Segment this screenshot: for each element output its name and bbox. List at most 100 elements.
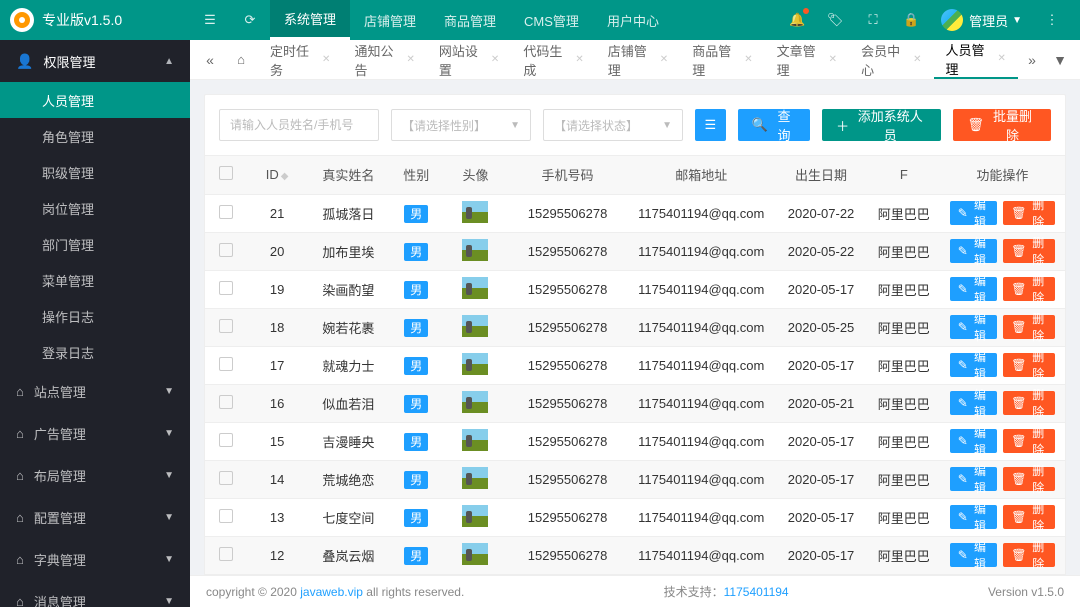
close-icon[interactable]: ✕: [913, 54, 921, 65]
close-icon[interactable]: ✕: [322, 54, 330, 65]
checkbox-all[interactable]: [219, 166, 233, 180]
edit-button[interactable]: ✎编辑: [950, 239, 997, 263]
refresh-button[interactable]: ⟳: [230, 0, 270, 40]
notify-icon[interactable]: 🔔: [779, 0, 815, 40]
edit-button[interactable]: ✎编辑: [950, 391, 997, 415]
checkbox[interactable]: [219, 395, 233, 409]
close-icon[interactable]: ✕: [744, 54, 752, 65]
fullscreen-icon[interactable]: ⛶: [855, 0, 891, 40]
delete-button[interactable]: 🗑删除: [1003, 391, 1055, 415]
checkbox[interactable]: [219, 433, 233, 447]
sidebar-group[interactable]: ⌂配置管理▼: [0, 496, 190, 538]
delete-button[interactable]: 🗑删除: [1003, 277, 1055, 301]
tab[interactable]: 代码生成✕: [511, 40, 595, 79]
delete-button[interactable]: 🗑删除: [1003, 239, 1055, 263]
trash-icon: 🗑: [1011, 510, 1026, 524]
close-icon[interactable]: ✕: [660, 54, 668, 65]
checkbox[interactable]: [219, 547, 233, 561]
tab[interactable]: 会员中心✕: [849, 40, 933, 79]
edit-button[interactable]: ✎编辑: [950, 277, 997, 301]
checkbox[interactable]: [219, 357, 233, 371]
delete-button[interactable]: 🗑删除: [1003, 505, 1055, 529]
search-button[interactable]: 🔍查询: [738, 109, 810, 141]
sidebar-item[interactable]: 职级管理: [0, 154, 190, 190]
trash-icon: 🗑: [1011, 472, 1026, 486]
edit-button[interactable]: ✎编辑: [950, 353, 997, 377]
more-icon[interactable]: ⋮: [1034, 0, 1070, 40]
search-handle-button[interactable]: ☰: [695, 109, 726, 141]
sidebar-item[interactable]: 角色管理: [0, 118, 190, 154]
tab[interactable]: 通知公告✕: [342, 40, 426, 79]
sidebar-item[interactable]: 操作日志: [0, 298, 190, 334]
checkbox[interactable]: [219, 205, 233, 219]
sidebar-item[interactable]: 登录日志: [0, 334, 190, 370]
topnav-item[interactable]: CMS管理: [510, 0, 593, 40]
sidebar-item[interactable]: 部门管理: [0, 226, 190, 262]
delete-button[interactable]: 🗑删除: [1003, 315, 1055, 339]
lock-icon[interactable]: 🔒: [893, 0, 929, 40]
footer-link[interactable]: javaweb.vip: [300, 585, 363, 599]
close-icon[interactable]: ✕: [998, 53, 1006, 64]
checkbox[interactable]: [219, 319, 233, 333]
edit-button[interactable]: ✎编辑: [950, 315, 997, 339]
delete-button[interactable]: 🗑删除: [1003, 353, 1055, 377]
sidebar-group[interactable]: ⌂广告管理▼: [0, 412, 190, 454]
topnav-item[interactable]: 店铺管理: [350, 0, 430, 40]
tab[interactable]: 商品管理✕: [680, 40, 764, 79]
tag-icon[interactable]: 🏷: [817, 0, 853, 40]
tabs-menu[interactable]: ▼: [1046, 40, 1074, 80]
tabs-next[interactable]: »: [1018, 40, 1046, 80]
collapse-toggle[interactable]: ☰: [190, 0, 230, 40]
gender-tag: 男: [404, 395, 428, 413]
delete-button[interactable]: 🗑删除: [1003, 467, 1055, 491]
gender-select[interactable]: 【请选择性别】 ▼: [391, 109, 531, 141]
close-icon[interactable]: ✕: [491, 54, 499, 65]
chevron-down-icon: ▼: [164, 428, 174, 439]
checkbox[interactable]: [219, 471, 233, 485]
sidebar-item[interactable]: 菜单管理: [0, 262, 190, 298]
status-select[interactable]: 【请选择状态】 ▼: [543, 109, 683, 141]
sidebar-item[interactable]: 岗位管理: [0, 190, 190, 226]
checkbox[interactable]: [219, 281, 233, 295]
tab[interactable]: 定时任务✕: [258, 40, 342, 79]
delete-button[interactable]: 🗑删除: [1003, 543, 1055, 567]
sidebar-group-perm[interactable]: 👤 权限管理 ▲: [0, 40, 190, 82]
edit-icon: ✎: [958, 434, 968, 448]
sidebar-group[interactable]: ⌂布局管理▼: [0, 454, 190, 496]
tab[interactable]: 网站设置✕: [427, 40, 511, 79]
close-icon[interactable]: ✕: [575, 54, 583, 65]
batch-delete-button[interactable]: 🗑批量删除: [953, 109, 1051, 141]
user-icon: 👤: [16, 53, 33, 70]
sidebar-group[interactable]: ⌂消息管理▼: [0, 580, 190, 607]
delete-button[interactable]: 🗑删除: [1003, 429, 1055, 453]
topnav-item[interactable]: 商品管理: [430, 0, 510, 40]
checkbox[interactable]: [219, 509, 233, 523]
avatar-thumb: [462, 543, 488, 565]
delete-button[interactable]: 🗑删除: [1003, 201, 1055, 225]
sidebar-group[interactable]: ⌂字典管理▼: [0, 538, 190, 580]
topbar: 专业版v1.5.0 ☰ ⟳ 系统管理店铺管理商品管理CMS管理用户中心 🔔 🏷 …: [0, 0, 1080, 40]
edit-button[interactable]: ✎编辑: [950, 201, 997, 225]
tab[interactable]: 店铺管理✕: [596, 40, 680, 79]
close-icon[interactable]: ✕: [406, 54, 414, 65]
gender-tag: 男: [404, 357, 428, 375]
topnav-item[interactable]: 系统管理: [270, 0, 350, 40]
edit-button[interactable]: ✎编辑: [950, 429, 997, 453]
sort-icon[interactable]: ◆: [281, 171, 289, 182]
footer-support-link[interactable]: 1175401194: [724, 585, 789, 599]
tab[interactable]: 文章管理✕: [765, 40, 849, 79]
edit-button[interactable]: ✎编辑: [950, 505, 997, 529]
search-input[interactable]: [219, 109, 379, 141]
sidebar-item[interactable]: 人员管理: [0, 82, 190, 118]
tabs-prev[interactable]: «: [196, 40, 224, 80]
add-user-button[interactable]: ＋添加系统人员: [822, 109, 941, 141]
edit-button[interactable]: ✎编辑: [950, 543, 997, 567]
admin-menu[interactable]: 管理员 ▼: [931, 9, 1032, 31]
sidebar-group[interactable]: ⌂站点管理▼: [0, 370, 190, 412]
tab-home[interactable]: ⌂: [224, 40, 258, 79]
checkbox[interactable]: [219, 243, 233, 257]
close-icon[interactable]: ✕: [829, 54, 837, 65]
edit-button[interactable]: ✎编辑: [950, 467, 997, 491]
topnav-item[interactable]: 用户中心: [593, 0, 673, 40]
tab[interactable]: 人员管理✕: [934, 40, 1018, 79]
